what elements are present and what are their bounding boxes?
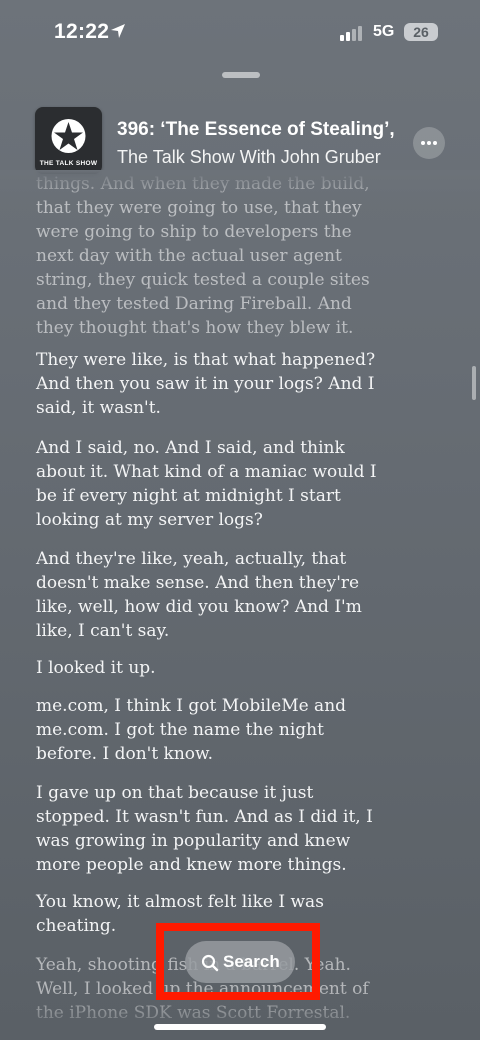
transcript-paragraph: They were like, is that what happened? A… xyxy=(36,350,376,418)
transcript-top-fade xyxy=(0,170,480,200)
more-options-button[interactable] xyxy=(413,127,445,159)
transcript-view[interactable]: things. And when they made the build, th… xyxy=(0,170,480,1020)
show-name[interactable]: The Talk Show With John Gruber xyxy=(117,147,381,168)
cellular-signal-icon xyxy=(340,26,362,41)
battery-indicator: 26 xyxy=(404,23,438,41)
transcript-paragraph: I looked it up. xyxy=(36,658,156,678)
episode-title: 396: ‘The Essence of Stealing’, With xyxy=(117,119,397,140)
network-type: 5G xyxy=(373,23,395,40)
ellipsis-dot-icon xyxy=(433,141,437,145)
home-indicator[interactable] xyxy=(154,1024,326,1030)
transcript-paragraph: I gave up on that because it just stoppe… xyxy=(36,783,373,875)
scroll-indicator[interactable] xyxy=(472,366,476,400)
sheet-grabber[interactable] xyxy=(222,72,260,78)
status-bar: 12:22 5G 26 xyxy=(0,0,480,60)
ellipsis-dot-icon xyxy=(427,141,431,145)
status-time: 12:22 xyxy=(54,20,110,43)
podcast-artwork[interactable]: THE TALK SHOW xyxy=(35,107,102,174)
transcript-paragraph: And they're like, yeah, actually, that d… xyxy=(36,549,362,641)
highlight-box xyxy=(156,923,320,1000)
location-arrow-icon xyxy=(111,24,125,38)
transcript-paragraph: me.com, I think I got MobileMe and me.co… xyxy=(36,696,347,764)
artwork-label: THE TALK SHOW xyxy=(39,160,98,167)
ellipsis-dot-icon xyxy=(421,141,425,145)
transcript-paragraph: And I said, no. And I said, and think ab… xyxy=(36,438,377,530)
